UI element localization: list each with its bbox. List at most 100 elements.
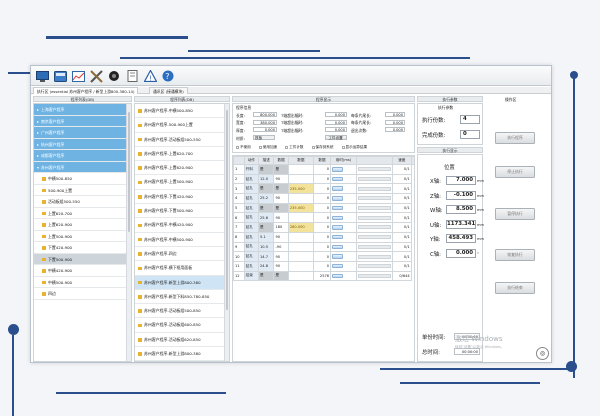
row-edit-button[interactable]: [332, 244, 344, 250]
expand-down-icon[interactable]: [37, 166, 39, 169]
tools-icon[interactable]: [89, 69, 103, 83]
expand-right-icon[interactable]: [37, 109, 39, 111]
left-list-item[interactable]: 苏州客户程序: [34, 161, 131, 173]
mid-list-item[interactable]: 苏州客户程序-上置500-900: [135, 175, 229, 190]
left-list-item[interactable]: 活动板组500-550: [34, 196, 131, 208]
left-list-item[interactable]: 广州客户程序: [34, 127, 131, 139]
row-edit-button[interactable]: [332, 176, 344, 182]
row-edit-button[interactable]: [332, 234, 344, 240]
ops-button-0[interactable]: 执行程序: [495, 132, 535, 144]
field-value-3[interactable]: 0.000: [385, 112, 405, 117]
chart-icon[interactable]: [71, 69, 85, 83]
field-value-2[interactable]: 0.000: [325, 112, 347, 117]
table-row[interactable]: 7 钻孔是 180 280.000 0 0/1: [233, 222, 415, 233]
left-program-list[interactable]: 上海客户程序 南京客户程序 广州客户程序 杭州客户程序 成都客户程序 苏州客户程序 中横50…: [33, 103, 132, 362]
left-list-item[interactable]: 上置620-900: [34, 219, 131, 231]
table-row[interactable]: 11 钻孔 24.8 90 0 0/1: [233, 260, 415, 272]
left-list-item[interactable]: 下置500-900: [34, 253, 131, 265]
table-row[interactable]: 9 钻孔 10.5 -90 0 0/1: [233, 241, 415, 253]
field-value-3[interactable]: 0.000: [385, 127, 405, 132]
disk-icon[interactable]: [53, 69, 67, 83]
left-list-item[interactable]: 上置620-700: [34, 208, 131, 219]
document-icon[interactable]: [125, 69, 139, 83]
table-row[interactable]: 6 钻孔 25.6 90 0 0/1: [233, 212, 415, 224]
tab-execution[interactable]: 执行区 (essential 苏州客户程序 / 新型上游800-380-14): [33, 87, 139, 94]
mid-list-item[interactable]: 苏州客户程序-四边: [135, 247, 229, 262]
ops-button-4[interactable]: 执行结束: [495, 282, 535, 294]
table-row[interactable]: 1 开料是是 0 0/1: [233, 164, 415, 175]
mid-list-item[interactable]: 苏州客户程序-中横420-900: [135, 218, 229, 233]
ops-button-2[interactable]: 暂停执行: [495, 208, 535, 220]
left-list-item[interactable]: 下置420-900: [34, 242, 131, 254]
table-row[interactable]: 12 结束是是 2576 0/644: [233, 270, 415, 282]
record-icon[interactable]: [107, 69, 121, 83]
mid-list-item[interactable]: 苏州客户程序-活动板组620-850: [135, 333, 229, 348]
row-edit-button[interactable]: [332, 273, 344, 279]
mid-list-item[interactable]: 苏州客户程序-下置500-900: [135, 204, 229, 219]
left-list-item[interactable]: 上海客户程序: [34, 104, 131, 116]
row-edit-button[interactable]: [332, 215, 344, 221]
table-row[interactable]: 3 钻孔是是 235.000 0 0/1: [233, 183, 415, 195]
left-list-item[interactable]: 成都客户程序: [34, 150, 131, 162]
table-row[interactable]: 5 钻孔是是 235.000 0 0/1: [233, 202, 415, 214]
tab-communication[interactable]: 通讯区 (接通模块): [149, 87, 188, 94]
left-list-item[interactable]: 中横420-900: [34, 265, 131, 277]
field-value-3[interactable]: 0.000: [385, 119, 405, 125]
option-checkbox[interactable]: 不使用: [236, 145, 251, 149]
row-edit-button[interactable]: [332, 186, 344, 191]
left-list-item[interactable]: 上置500-900: [34, 231, 131, 242]
row-edit-button[interactable]: [332, 263, 344, 269]
option-checkbox[interactable]: 显示运算结果: [341, 145, 367, 149]
mid-list-item[interactable]: 苏州客户程序-上置620-700: [135, 147, 229, 162]
mid-list-scrollbar[interactable]: [224, 104, 229, 361]
table-row[interactable]: 8 钻孔 5.1 90 0 0/1: [233, 231, 415, 243]
expand-right-icon[interactable]: [37, 143, 39, 146]
table-row[interactable]: 4 钻孔 25.2 90 0 0/1: [233, 193, 415, 204]
mid-list-item[interactable]: 苏州客户程序-新型下料850-780-850: [135, 290, 229, 305]
material-field[interactable]: 铁板: [253, 135, 275, 140]
ops-button-1[interactable]: 停止执行: [495, 166, 535, 178]
monitor-icon[interactable]: [35, 69, 49, 83]
field-value[interactable]: 380.000: [253, 119, 277, 125]
field-value-2[interactable]: 0.000: [325, 119, 347, 125]
help-icon[interactable]: ?: [161, 69, 175, 83]
mid-list-item[interactable]: 苏州客户程序-活动板组500-850: [135, 304, 229, 319]
mid-list-item[interactable]: 苏州客户程序-上置620-900: [135, 161, 229, 176]
option-checkbox[interactable]: 工件计数: [285, 145, 304, 149]
left-list-scrollbar[interactable]: [126, 104, 131, 361]
option-checkbox[interactable]: 保存到系统: [311, 145, 334, 149]
field-value[interactable]: 800.000: [253, 112, 277, 117]
mid-list-item[interactable]: 苏州客户程序-中横500-900: [135, 233, 229, 247]
mid-list-item[interactable]: 苏州客户程序-下置420-900: [135, 190, 229, 205]
mid-list-item[interactable]: 苏州客户程序-中横500-850: [135, 104, 229, 119]
left-list-item[interactable]: 500-900上置: [34, 185, 131, 196]
left-list-item[interactable]: 中横500-850: [34, 173, 131, 185]
mid-program-list[interactable]: 苏州客户程序-中横500-850 苏州客户程序-500-900上置 苏州客户程序-活…: [134, 103, 230, 362]
mid-list-item[interactable]: 苏州客户程序-500-900上置: [135, 118, 229, 133]
row-edit-button[interactable]: [332, 167, 344, 172]
mid-list-item[interactable]: 苏州客户程序-新型上游800-380: [135, 275, 229, 290]
option-checkbox[interactable]: 使用加速: [258, 145, 277, 149]
row-edit-button[interactable]: [332, 254, 344, 259]
left-list-item[interactable]: 杭州客户程序: [34, 138, 131, 150]
mid-list-item[interactable]: 苏州客户程序-新型上游800-380: [135, 347, 229, 361]
warning-icon[interactable]: !: [143, 69, 157, 83]
mid-list-item[interactable]: 苏州客户程序-活动板组600-850: [135, 318, 229, 333]
workpiece-settings-button[interactable]: 工件设置: [325, 135, 347, 140]
table-row[interactable]: 10 钻孔 14.7 90 0 0/1: [233, 251, 415, 262]
exec-count-input[interactable]: 4: [460, 115, 480, 124]
row-edit-button[interactable]: [332, 196, 344, 201]
field-value[interactable]: 0.000: [253, 127, 277, 132]
mid-list-item[interactable]: 苏州客户程序-活动板组500-550: [135, 133, 229, 147]
mid-list-item[interactable]: 苏州客户程序-横下框用面板: [135, 261, 229, 276]
expand-right-icon[interactable]: [37, 120, 39, 123]
ops-button-3[interactable]: 恢复执行: [495, 249, 535, 261]
expand-right-icon[interactable]: [37, 155, 39, 157]
expand-right-icon[interactable]: [37, 132, 39, 134]
row-edit-button[interactable]: [332, 225, 344, 230]
left-list-item[interactable]: 四边: [34, 288, 131, 300]
row-edit-button[interactable]: [332, 205, 344, 211]
table-row[interactable]: 2 钻孔 12.0 90 0 0/1: [233, 173, 415, 185]
left-list-item[interactable]: 南京客户程序: [34, 115, 131, 127]
left-list-item[interactable]: 中横500-900: [34, 277, 131, 288]
